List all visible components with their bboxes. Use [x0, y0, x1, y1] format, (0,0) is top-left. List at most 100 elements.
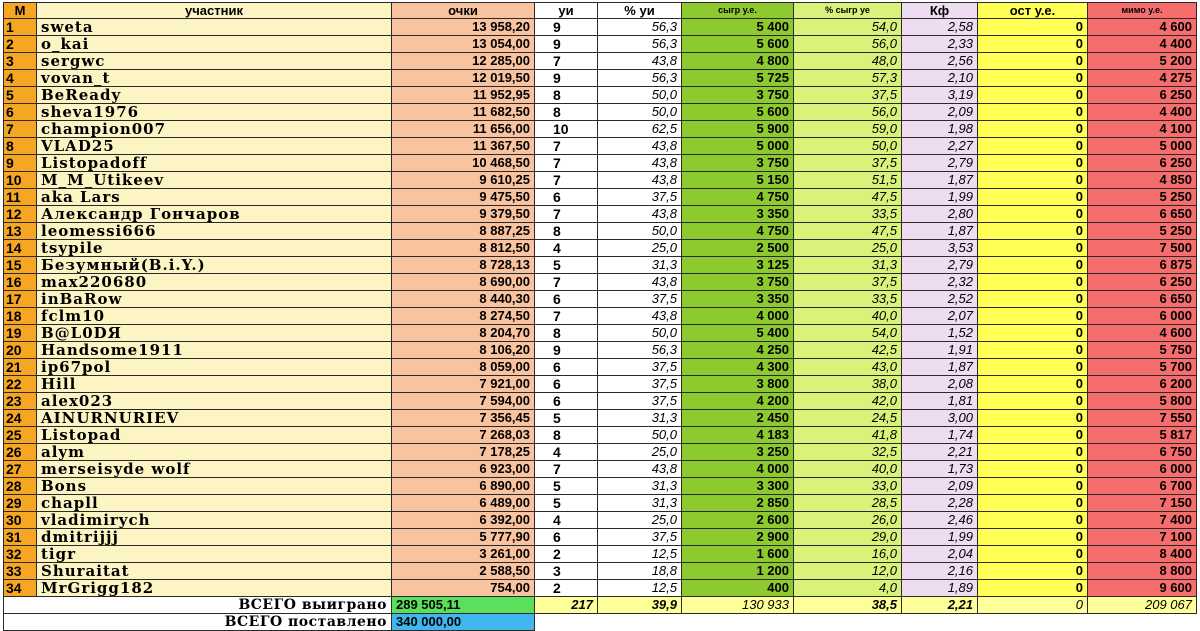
ost-cell: 0	[977, 307, 1088, 325]
played-cell: 4 750	[681, 222, 794, 240]
total-bet-label: ВСЕГО поставлено	[3, 613, 392, 631]
points-cell: 9 475,50	[391, 188, 535, 206]
points-cell: 10 468,50	[391, 154, 535, 172]
pct-ui-cell: 43,8	[597, 171, 682, 189]
pct-played-cell: 41,8	[793, 426, 902, 444]
mimo-cell: 4 275	[1087, 69, 1197, 87]
points-cell: 7 178,25	[391, 443, 535, 461]
pct-played-cell: 38,0	[793, 375, 902, 393]
ui-cell: 7	[534, 171, 598, 189]
kf-cell: 3,53	[901, 239, 978, 257]
total-bet-value: 340 000,00	[391, 613, 535, 631]
pct-played-cell: 42,0	[793, 392, 902, 410]
pct-ui-cell: 43,8	[597, 273, 682, 291]
points-cell: 6 890,00	[391, 477, 535, 495]
kf-cell: 2,33	[901, 35, 978, 53]
played-cell: 4 800	[681, 52, 794, 70]
standings-sheet: M участник очки уи % уи сыгр у.е. % сыгр…	[3, 2, 1197, 631]
kf-cell: 1,81	[901, 392, 978, 410]
mimo-cell: 4 600	[1087, 18, 1197, 36]
pct-played-cell: 16,0	[793, 545, 902, 563]
mimo-cell: 7 150	[1087, 494, 1197, 512]
played-cell: 3 750	[681, 154, 794, 172]
pct-ui-cell: 50,0	[597, 222, 682, 240]
pct-played-cell: 37,5	[793, 86, 902, 104]
pct-ui-cell: 31,3	[597, 477, 682, 495]
kf-cell: 2,56	[901, 52, 978, 70]
points-cell: 12 285,00	[391, 52, 535, 70]
table-row: 29 chapll 6 489,00 5 31,3 2 850 28,5 2,28 0 7 150	[3, 494, 1197, 512]
participant-name: VLAD25	[36, 137, 392, 155]
mimo-cell: 6 650	[1087, 290, 1197, 308]
pct-ui-cell: 43,8	[597, 205, 682, 223]
table-row: 6 sheva1976 11 682,50 8 50,0 5 600 56,0 2,09 0 4 …	[3, 103, 1197, 121]
pct-played-cell: 12,0	[793, 562, 902, 580]
mimo-cell: 5 800	[1087, 392, 1197, 410]
participant-name: fclm10	[36, 307, 392, 325]
played-cell: 400	[681, 579, 794, 597]
table-row: 26 alym 7 178,25 4 25,0 3 250 32,5 2,21 0 6 750	[3, 443, 1197, 461]
played-cell: 1 200	[681, 562, 794, 580]
points-cell: 6 489,00	[391, 494, 535, 512]
participant-name: merseisyde wolf	[36, 460, 392, 478]
participant-name: Hill	[36, 375, 392, 393]
participant-name: B@L0DЯ	[36, 324, 392, 342]
rank-cell: 8	[3, 137, 37, 155]
pct-played-cell: 56,0	[793, 35, 902, 53]
header-pct-ui: % уи	[597, 2, 682, 19]
pct-ui-cell: 31,3	[597, 409, 682, 427]
pct-ui-cell: 12,5	[597, 579, 682, 597]
pct-played-cell: 37,5	[793, 154, 902, 172]
pct-played-cell: 42,5	[793, 341, 902, 359]
ui-cell: 4	[534, 443, 598, 461]
played-cell: 4 000	[681, 307, 794, 325]
rank-cell: 15	[3, 256, 37, 274]
header-rank: M	[3, 2, 37, 19]
mimo-cell: 8 800	[1087, 562, 1197, 580]
ost-cell: 0	[977, 341, 1088, 359]
ui-cell: 7	[534, 307, 598, 325]
pct-played-cell: 32,5	[793, 443, 902, 461]
participant-name: Безумный(B.i.Y.)	[36, 256, 392, 274]
rank-cell: 20	[3, 341, 37, 359]
played-cell: 2 450	[681, 409, 794, 427]
rank-cell: 19	[3, 324, 37, 342]
rank-cell: 33	[3, 562, 37, 580]
header-played: сыгр у.е.	[681, 2, 794, 19]
participant-name: M_M_Utikeev	[36, 171, 392, 189]
pct-ui-cell: 31,3	[597, 494, 682, 512]
points-cell: 6 923,00	[391, 460, 535, 478]
ost-cell: 0	[977, 290, 1088, 308]
pct-played-cell: 56,0	[793, 103, 902, 121]
ui-cell: 7	[534, 52, 598, 70]
pct-ui-cell: 12,5	[597, 545, 682, 563]
kf-cell: 1,74	[901, 426, 978, 444]
pct-played-cell: 54,0	[793, 18, 902, 36]
mimo-cell: 7 550	[1087, 409, 1197, 427]
pct-played-cell: 33,5	[793, 290, 902, 308]
ost-cell: 0	[977, 171, 1088, 189]
table-row: 4 vovan_t 12 019,50 9 56,3 5 725 57,3 2,10 0 4 27…	[3, 69, 1197, 87]
table-row: 2 o_kai 13 054,00 9 56,3 5 600 56,0 2,33 0 4 400	[3, 35, 1197, 53]
points-cell: 6 392,00	[391, 511, 535, 529]
kf-cell: 1,98	[901, 120, 978, 138]
participant-name: Handsome1911	[36, 341, 392, 359]
table-row: 3 sergwc 12 285,00 7 43,8 4 800 48,0 2,56 0 5 200	[3, 52, 1197, 70]
ui-cell: 4	[534, 511, 598, 529]
played-cell: 3 350	[681, 205, 794, 223]
ui-cell: 2	[534, 579, 598, 597]
played-cell: 4 183	[681, 426, 794, 444]
participant-name: ip67pol	[36, 358, 392, 376]
ost-cell: 0	[977, 86, 1088, 104]
participant-name: o_kai	[36, 35, 392, 53]
ost-cell: 0	[977, 222, 1088, 240]
participant-name: sweta	[36, 18, 392, 36]
mimo-cell: 6 200	[1087, 375, 1197, 393]
kf-cell: 2,16	[901, 562, 978, 580]
ui-cell: 8	[534, 426, 598, 444]
pct-played-cell: 40,0	[793, 307, 902, 325]
pct-ui-cell: 50,0	[597, 103, 682, 121]
pct-played-cell: 28,5	[793, 494, 902, 512]
table-row: 14 tsypile 8 812,50 4 25,0 2 500 25,0 3,53 0 7 50…	[3, 239, 1197, 257]
pct-played-cell: 25,0	[793, 239, 902, 257]
